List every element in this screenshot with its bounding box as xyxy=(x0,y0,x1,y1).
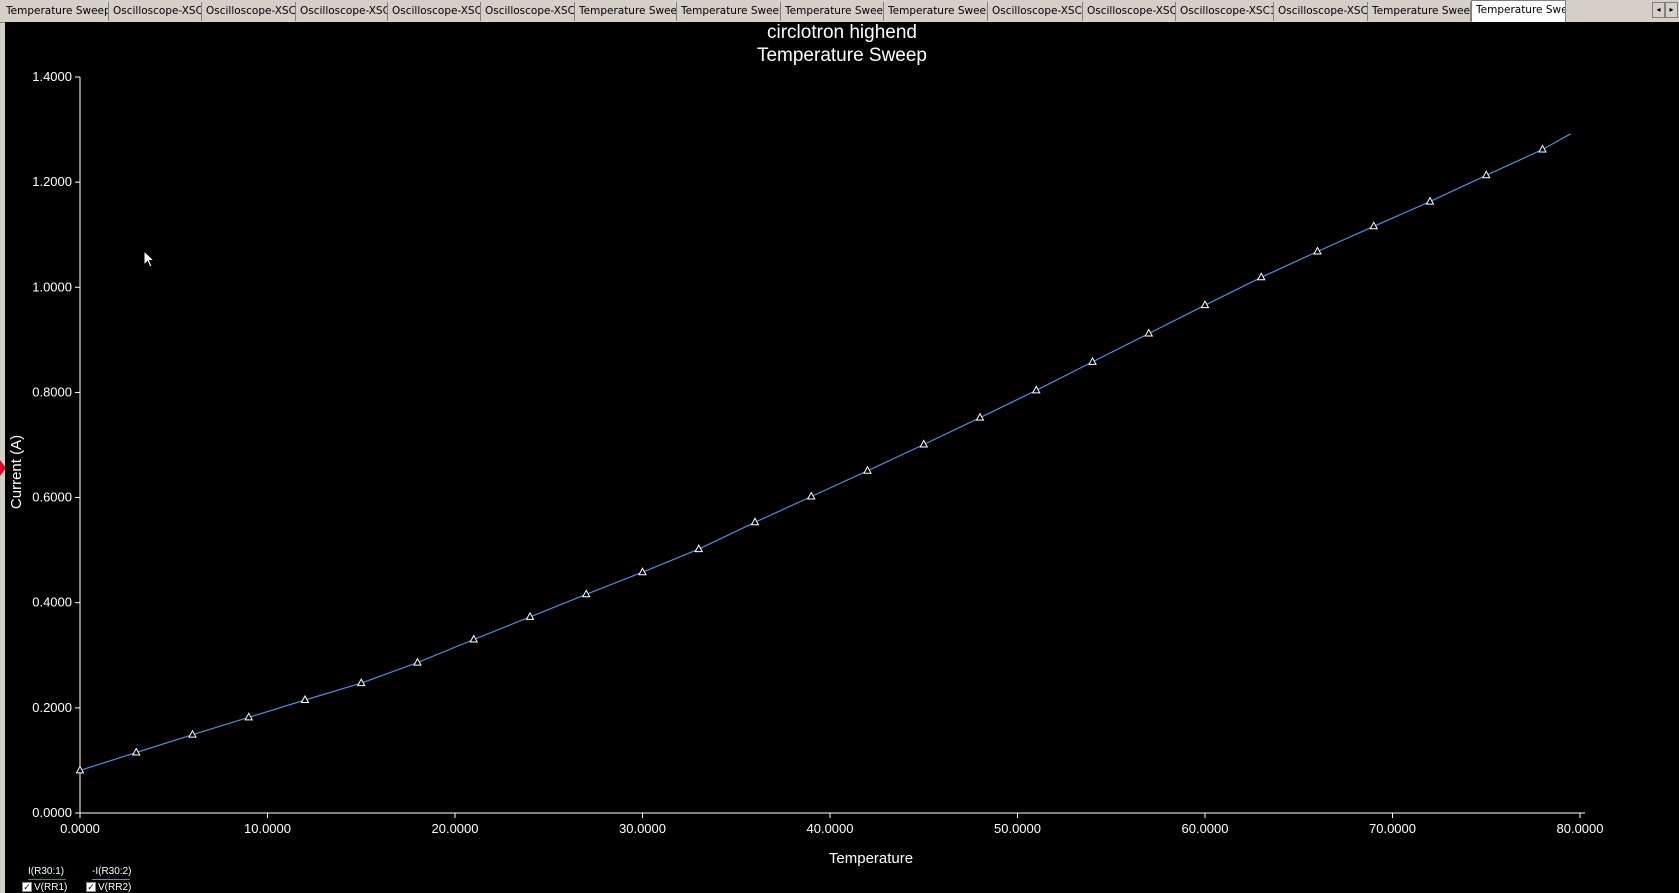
tab-item[interactable]: Oscilloscope-XSC1 xyxy=(202,2,296,21)
legend-checkbox[interactable]: ✓ xyxy=(22,882,32,892)
x-tick-label: 0.0000 xyxy=(60,821,100,836)
tab-item[interactable]: Oscilloscope-XSC1 xyxy=(388,2,481,21)
tab-item[interactable]: Oscilloscope-XSC1 xyxy=(1176,2,1274,21)
y-tick-label: 0.4000 xyxy=(32,595,72,610)
y-tick-label: 0.0000 xyxy=(32,805,72,820)
series-line xyxy=(79,133,1571,771)
cursor-marker-icon[interactable] xyxy=(0,460,6,476)
tab-item[interactable]: Temperature Swee xyxy=(1471,0,1566,22)
tab-item[interactable]: Temperature Sweep xyxy=(884,2,988,21)
legend-label: -I(R30:2) xyxy=(92,866,132,877)
tab-item[interactable]: Oscilloscope-XSC1 xyxy=(1083,2,1176,21)
plot-area: circlotron highend Temperature Sweep 0.0… xyxy=(5,22,1679,893)
y-tick-label: 1.4000 xyxy=(32,69,72,84)
legend-label: I(R30:1) xyxy=(28,866,65,877)
x-tick-label: 40.0000 xyxy=(807,821,854,836)
y-axis-label: Current (A) xyxy=(8,435,25,509)
axes: 0.0000 0.2000 0.4000 0.6000 0.8000 1.0000 1.20… xyxy=(32,69,1603,836)
y-tick-label: 0.6000 xyxy=(32,490,72,505)
scroll-right-icon[interactable]: ▸ xyxy=(1665,2,1678,18)
legend-checkbox-label: V(RR2) xyxy=(98,882,132,893)
x-tick-label: 50.0000 xyxy=(994,821,1041,836)
tab-item[interactable]: Temperature Sweep xyxy=(575,2,677,21)
y-tick-label: 1.0000 xyxy=(32,279,72,294)
tab-item[interactable]: Oscilloscope-XSC1 xyxy=(481,2,575,21)
x-tick-label: 20.0000 xyxy=(432,821,479,836)
legend-checkbox[interactable]: ✓ xyxy=(86,882,96,892)
tab-item[interactable]: Oscilloscope-XSC1 xyxy=(988,2,1083,21)
x-tick-label: 80.0000 xyxy=(1557,821,1604,836)
x-tick-label: 70.0000 xyxy=(1369,821,1416,836)
series-layer xyxy=(75,133,1571,774)
mouse-cursor-icon xyxy=(143,250,156,268)
x-axis-label: Temperature xyxy=(829,850,913,867)
legend-checkbox-label: V(RR1) xyxy=(34,882,68,893)
chart-svg[interactable]: 0.0000 0.2000 0.4000 0.6000 0.8000 1.0000 1.20… xyxy=(5,22,1679,893)
tab-item[interactable]: Temperature Sweep xyxy=(1368,2,1471,21)
y-tick-label: 0.8000 xyxy=(32,384,72,399)
tab-item[interactable]: Oscilloscope-XSC1 xyxy=(109,2,202,21)
x-tick-label: 10.0000 xyxy=(244,821,291,836)
scroll-left-icon[interactable]: ◂ xyxy=(1652,2,1665,18)
tab-bar: Temperature Sweep Oscilloscope-XSC1 Oscill… xyxy=(0,0,1679,23)
tab-item[interactable]: Temperature Sweep xyxy=(781,2,884,21)
legend-swatch xyxy=(28,879,66,880)
legend: I(R30:1) ✓ V(RR1) -I(R30:2) ✓ V(RR2) xyxy=(22,866,222,893)
y-tick-label: 0.2000 xyxy=(32,700,72,715)
tab-item[interactable]: Oscilloscope-XSC1 xyxy=(1274,2,1368,21)
tab-item[interactable]: Temperature Sweep xyxy=(677,2,781,21)
x-tick-label: 60.0000 xyxy=(1182,821,1229,836)
x-tick-label: 30.0000 xyxy=(619,821,666,836)
tab-item[interactable]: Temperature Sweep xyxy=(2,2,109,21)
legend-swatch xyxy=(92,879,130,880)
y-tick-label: 1.2000 xyxy=(32,174,72,189)
tab-item[interactable]: Oscilloscope-XSC1 xyxy=(296,2,388,21)
